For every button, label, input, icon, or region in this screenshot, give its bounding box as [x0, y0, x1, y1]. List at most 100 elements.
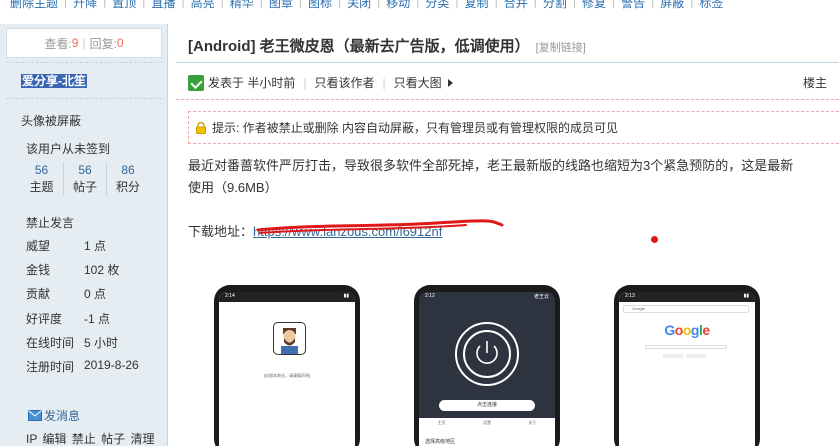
redaction-scribble	[256, 219, 504, 234]
views-count: 9	[71, 36, 79, 50]
prop-value: 2019-8-26	[84, 358, 139, 372]
phone-3-search-box	[645, 345, 727, 349]
prop-value: 1 点	[84, 239, 107, 253]
phone-2-time: 2:12	[425, 293, 435, 299]
phone-1-caption: [仅限本地化，请谨慎声明]	[263, 373, 311, 378]
credit-points-label: 积分	[115, 180, 140, 194]
credit-threads-count: 56	[34, 163, 49, 177]
moderation-action-4[interactable]: 高亮	[185, 0, 221, 11]
replies-label: 回复:	[89, 36, 117, 51]
floor-label: 楼主	[803, 76, 828, 90]
credit-posts-count: 56	[78, 163, 92, 177]
prop-label: 好评度	[26, 312, 63, 326]
phone-3-screen: 2:13 ▮▮ Google Google	[619, 292, 755, 446]
moderation-action-0[interactable]: 删除主题	[4, 0, 64, 11]
phone-3-search-buttons	[663, 354, 706, 358]
admin-links[interactable]: IP 编辑 禁止 帖子 清理	[26, 430, 154, 446]
cartoon-avatar-icon	[273, 322, 306, 355]
prop-value: 0 点	[84, 287, 107, 301]
google-letter: g	[690, 322, 700, 338]
credit-posts-label: 帖子	[72, 180, 97, 194]
moderation-action-7[interactable]: 图标	[302, 0, 338, 11]
prop-label: 威望	[26, 239, 51, 253]
lock-icon	[196, 121, 206, 134]
screenshot-phone-3[interactable]: 2:13 ▮▮ Google Google	[614, 285, 760, 446]
credit-summary: 56 主题 56 帖子 86 积分	[20, 162, 150, 196]
phone-3-btn	[686, 354, 706, 358]
moderation-action-12[interactable]: 合并	[498, 0, 534, 11]
phone-2-statusbar: 2:12 老王云	[419, 292, 555, 302]
moderation-action-6[interactable]: 图章	[263, 0, 299, 11]
avatar-blocked-text: 头像被屏蔽	[21, 114, 82, 128]
sidebar-divider	[6, 62, 162, 63]
copy-link-button[interactable]: [复制链接]	[536, 42, 586, 54]
moderation-action-2[interactable]: 置顶	[106, 0, 142, 11]
sign-in-status: 该用户从未签到	[26, 142, 111, 156]
envelope-icon	[28, 410, 42, 421]
google-letter: G	[664, 322, 675, 338]
credit-points-count: 86	[121, 163, 135, 177]
post-meta: 发表于 半小时前 | 只看该作者 | 只看大图	[188, 74, 453, 91]
moderation-action-17[interactable]: 标签	[693, 0, 729, 11]
post-time: 发表于 半小时前	[208, 76, 296, 90]
moderation-action-1[interactable]: 升降	[67, 0, 103, 11]
send-message-link[interactable]: 发消息	[28, 407, 80, 424]
moderation-action-9[interactable]: 移动	[380, 0, 416, 11]
screenshot-phone-2[interactable]: 2:12 老王云 点击连接 主页 设置 关于 选择高级地区	[414, 285, 560, 446]
phone-1-time: 2:14	[225, 293, 235, 299]
moderation-toolbar: 删除主题 | 升降 | 置顶 | 直播 | 高亮 | 精华 | 图章 | 图标 | 关闭 | 移动 | 分类 | 复制 | 合并…	[0, 0, 839, 12]
prop-label: 注册时间	[26, 360, 75, 374]
notice-text: 提示: 作者被禁止或删除 内容自动屏蔽，只有管理员或有管理权限的成员可见	[212, 121, 619, 135]
stats-divider: |	[82, 36, 86, 50]
meta-divider: |	[382, 75, 386, 90]
prop-value: 102 枚	[84, 263, 120, 277]
author-username[interactable]: 爱分享-北笙	[21, 74, 87, 88]
moderation-action-8[interactable]: 关闭	[341, 0, 377, 11]
google-letter: o	[682, 322, 692, 338]
thread-title: [Android] 老王微皮恩（最新去广告版，低调使用） [复制链接]	[188, 35, 586, 56]
meta-divider-line	[176, 99, 839, 100]
user-group[interactable]: 禁止发言	[26, 214, 74, 231]
moderation-action-15[interactable]: 警告	[615, 0, 651, 11]
phone-3-btn	[663, 354, 683, 358]
phone-2-tab: 关于	[528, 420, 537, 425]
moderation-action-16[interactable]: 屏蔽	[654, 0, 690, 11]
prop-register-date: 注册时间 2019-8-26	[26, 358, 146, 375]
power-ring	[463, 330, 511, 378]
replies-count: 0	[116, 36, 124, 50]
prop-label: 贡献	[26, 287, 51, 301]
credit-posts[interactable]: 56 帖子	[63, 162, 106, 196]
author-sidebar: 查看: 9 | 回复: 0 爱分享-北笙 头像被屏蔽 该用户从未签到 56 主题…	[0, 24, 168, 446]
phone-2-bottom-panel: 主页 设置 关于 选择高级地区	[419, 418, 555, 446]
prop-money: 金钱 102 枚	[26, 261, 146, 278]
moderation-action-5[interactable]: 精华	[224, 0, 260, 11]
phone-2-connect-button: 点击连接	[439, 400, 535, 411]
author-only-link[interactable]: 只看该作者	[314, 74, 374, 91]
google-letter: o	[674, 322, 684, 338]
title-divider	[176, 62, 839, 63]
moderation-action-13[interactable]: 分割	[537, 0, 573, 11]
phone-3-status-icons: ▮▮	[743, 293, 749, 299]
phone-2-tab: 主页	[437, 420, 446, 425]
download-label: 下载地址：	[188, 224, 254, 239]
moderation-action-3[interactable]: 直播	[145, 0, 181, 11]
credit-threads[interactable]: 56 主题	[20, 162, 63, 196]
phone-3-statusbar: 2:13 ▮▮	[619, 292, 755, 302]
phone-2-tabs: 主页 设置 关于	[419, 418, 555, 426]
credit-threads-label: 主题	[29, 180, 54, 194]
send-message-label: 发消息	[44, 409, 81, 423]
phone-1-statusbar: 2:14 ▮▮	[219, 292, 355, 302]
moderation-action-10[interactable]: 分类	[419, 0, 455, 11]
caret-right-icon	[447, 78, 453, 87]
blocked-notice: 提示: 作者被禁止或删除 内容自动屏蔽，只有管理员或有管理权限的成员可见	[188, 111, 839, 144]
screenshot-phone-1[interactable]: 2:14 ▮▮ [仅限本地化，请谨慎声明]	[214, 285, 360, 446]
post-body-line-2: 使用（9.6MB）	[188, 180, 278, 195]
phone-2-app-name: 老王云	[533, 294, 549, 300]
moderation-action-11[interactable]: 复制	[459, 0, 495, 11]
moderation-action-14[interactable]: 修复	[576, 0, 612, 11]
big-image-link[interactable]: 只看大图	[394, 74, 442, 91]
credit-points[interactable]: 86 积分	[106, 162, 149, 196]
person-icon	[281, 328, 298, 354]
phone-1-screen: 2:14 ▮▮ [仅限本地化，请谨慎声明]	[219, 292, 355, 446]
prop-online-time: 在线时间 5 小时	[26, 334, 146, 351]
